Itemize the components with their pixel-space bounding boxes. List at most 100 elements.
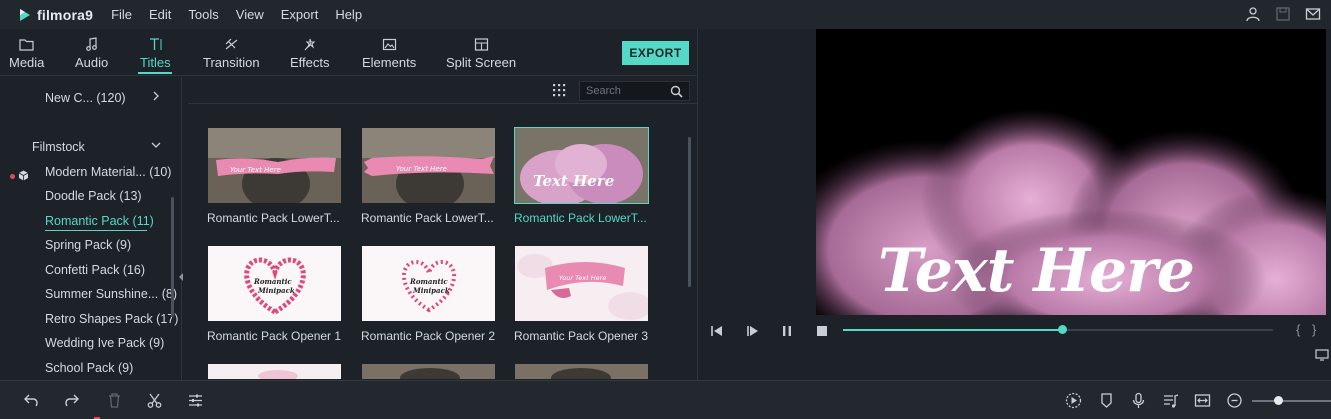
user-icon[interactable] <box>1245 6 1261 22</box>
title-card-row3-3[interactable] <box>514 363 652 380</box>
category-sidebar: New C... (120) Filmstock Modern Material… <box>0 77 184 380</box>
thumbnail <box>361 363 496 380</box>
title-card-lower-2[interactable]: Your Text Here Romantic Pack LowerT... <box>361 127 499 225</box>
sidebar-item-spring-pack[interactable]: Spring Pack (9) <box>45 238 170 260</box>
sidebar-item-retro-shapes-pack[interactable]: Retro Shapes Pack (17) <box>45 312 178 334</box>
grid-scrollbar[interactable] <box>688 137 691 287</box>
playback-timeline[interactable] <box>843 325 1273 334</box>
zoom-out-icon[interactable] <box>1226 392 1243 409</box>
tab-split-screen[interactable]: Split Screen <box>446 37 516 70</box>
title-card-opener-2[interactable]: Romantic Minipack Romantic Pack Opener 2 <box>361 245 499 343</box>
search-input[interactable] <box>580 82 668 100</box>
sidebar-group-filmstock[interactable]: Filmstock <box>32 140 132 162</box>
menu-view[interactable]: View <box>236 7 264 22</box>
chevron-right-icon[interactable] <box>151 91 161 101</box>
chevron-down-icon[interactable] <box>151 140 161 150</box>
redo-icon[interactable] <box>63 392 80 409</box>
adjust-icon[interactable] <box>187 392 204 409</box>
app-logo: filmora9 <box>18 7 93 23</box>
display-settings-icon[interactable] <box>1315 349 1329 361</box>
sidebar-item-romantic-pack[interactable]: Romantic Pack (11) <box>45 214 170 236</box>
thumbnail <box>514 363 649 380</box>
zoom-slider-handle[interactable] <box>1274 396 1284 405</box>
tab-effects[interactable]: Effects <box>290 37 330 70</box>
playhead-handle[interactable] <box>1058 325 1068 334</box>
active-item-underline <box>45 230 147 231</box>
thumb-text: Text Here <box>533 172 614 190</box>
tab-label: Elements <box>362 55 417 70</box>
card-label: Romantic Pack LowerT... <box>361 211 494 225</box>
library-tabs: Media Audio Titles Transition Effects El… <box>0 29 697 76</box>
tab-media[interactable]: Media <box>9 37 44 70</box>
thumbnail: Your Text Here <box>361 127 496 204</box>
play-icon[interactable] <box>746 324 760 338</box>
thumbnail: Your Text Here <box>207 127 342 204</box>
sidebar-item-modern-material[interactable]: Modern Material... (10) <box>45 165 171 187</box>
menu-tools[interactable]: Tools <box>188 7 218 22</box>
preview-player[interactable]: Text Here <box>816 29 1326 315</box>
folder-icon <box>19 39 34 51</box>
tab-elements[interactable]: Elements <box>362 37 416 70</box>
tab-audio[interactable]: Audio <box>75 37 108 70</box>
title-card-lower-1[interactable]: Your Text Here Romantic Pack LowerT... <box>207 127 345 225</box>
effects-icon <box>304 38 316 51</box>
sidebar-item-doodle-pack[interactable]: Doodle Pack (13) <box>45 189 170 211</box>
undo-icon[interactable] <box>23 392 40 409</box>
grid-toolbar <box>188 77 697 104</box>
menu-help[interactable]: Help <box>335 7 362 22</box>
titles-grid: Your Text Here Romantic Pack LowerT... Y… <box>188 77 697 380</box>
search-icon[interactable] <box>670 85 683 98</box>
tab-titles[interactable]: Titles <box>140 37 171 70</box>
thumbnail: Romantic Minipack <box>207 245 342 322</box>
menu-file[interactable]: File <box>111 7 132 22</box>
sidebar-item-confetti-pack[interactable]: Confetti Pack (16) <box>45 263 170 285</box>
export-button[interactable]: EXPORT <box>622 41 689 65</box>
library-panel: Media Audio Titles Transition Effects El… <box>0 29 697 380</box>
microphone-icon[interactable] <box>1130 392 1147 409</box>
audio-mixer-icon[interactable] <box>1162 392 1179 409</box>
tab-label: Effects <box>290 55 330 70</box>
fit-icon[interactable] <box>1194 392 1211 409</box>
split-screen-icon <box>474 38 488 51</box>
render-icon[interactable] <box>1065 392 1082 409</box>
title-card-opener-1[interactable]: Romantic Minipack Romantic Pack Opener 1 <box>207 245 345 343</box>
fullscreen-braces-icon[interactable]: { } <box>1296 322 1320 337</box>
tab-label: Split Screen <box>446 55 517 70</box>
save-icon[interactable] <box>1275 6 1291 22</box>
sidebar-item-summer-sunshine[interactable]: Summer Sunshine... (8) <box>45 287 177 309</box>
menu-export[interactable]: Export <box>281 7 319 22</box>
filmora-logo-icon <box>20 8 30 21</box>
thumb-text: Your Text Here <box>230 166 281 174</box>
svg-text:Minipack: Minipack <box>412 286 450 295</box>
delete-icon[interactable] <box>106 392 123 409</box>
title-card-row3-1[interactable] <box>207 363 345 380</box>
zoom-slider[interactable] <box>1252 400 1331 402</box>
timeline-progress <box>843 329 1063 331</box>
active-tab-indicator <box>138 72 172 74</box>
stop-icon[interactable] <box>815 324 829 338</box>
step-back-icon[interactable] <box>710 324 724 338</box>
sidebar-item-wedding-ive-pack[interactable]: Wedding Ive Pack (9) <box>45 336 170 358</box>
card-label: Romantic Pack LowerT... <box>514 211 647 225</box>
thumbnail: Your Text Here <box>514 245 649 322</box>
card-label: Romantic Pack Opener 1 <box>207 329 342 343</box>
title-card-opener-3[interactable]: Your Text Here Romantic Pack Opener 3 <box>514 245 652 343</box>
search-box <box>579 81 690 101</box>
filmstock-icon <box>18 170 29 181</box>
tab-transition[interactable]: Transition <box>203 37 260 70</box>
mail-icon[interactable] <box>1305 6 1321 22</box>
tab-label: Titles <box>140 55 171 70</box>
thumbnail: Text Here <box>514 127 649 204</box>
grid-view-icon[interactable] <box>552 83 566 97</box>
title-card-lower-3[interactable]: Text Here Romantic Pack LowerT... <box>514 127 652 225</box>
marker-icon[interactable] <box>1098 392 1115 409</box>
menu-bar: filmora9 File Edit Tools View Export Hel… <box>0 0 1331 29</box>
cut-icon[interactable] <box>146 392 163 409</box>
pause-icon[interactable] <box>780 324 794 338</box>
collapse-sidebar-icon[interactable] <box>178 273 184 281</box>
sidebar-scrollbar[interactable] <box>171 197 174 317</box>
menu-edit[interactable]: Edit <box>149 7 171 22</box>
title-card-row3-2[interactable] <box>361 363 499 380</box>
new-indicator-dot <box>10 174 15 179</box>
tab-label: Transition <box>203 55 260 70</box>
